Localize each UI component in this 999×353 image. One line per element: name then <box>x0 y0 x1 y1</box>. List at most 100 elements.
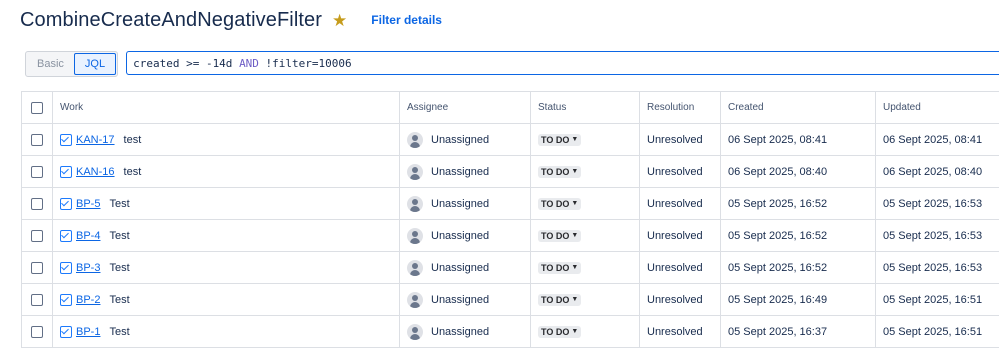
issue-key-link[interactable]: BP-5 <box>76 198 100 210</box>
star-icon[interactable]: ★ <box>332 12 347 29</box>
issue-summary[interactable]: Test <box>109 230 129 242</box>
avatar-icon <box>407 227 423 244</box>
status-label: TO DO <box>541 294 570 305</box>
updated-cell: 05 Sept 2025, 16:51 <box>883 293 983 306</box>
assignee-cell[interactable]: Unassigned <box>400 188 531 219</box>
issue-summary[interactable]: Test <box>109 294 129 306</box>
status-label: TO DO <box>541 262 570 273</box>
work-cell: BP-5 Test <box>53 188 400 219</box>
task-type-icon <box>60 261 72 274</box>
row-select-cell <box>22 124 53 155</box>
jql-query-input[interactable]: created >= -14d AND !filter=10006 <box>126 51 999 75</box>
issue-key-link[interactable]: BP-2 <box>76 294 100 306</box>
column-header-work[interactable]: Work <box>53 92 400 123</box>
row-checkbox[interactable] <box>31 133 43 146</box>
task-type-icon <box>60 293 72 306</box>
issue-summary[interactable]: Test <box>109 198 129 210</box>
column-header-assignee[interactable]: Assignee <box>400 92 531 123</box>
chevron-down-icon: ▼ <box>571 296 579 303</box>
jql-mode-button[interactable]: JQL <box>73 53 117 75</box>
table-row[interactable]: BP-3 Test Unassigned TO DO ▼ Unresolved 0… <box>22 252 999 284</box>
updated-cell: 06 Sept 2025, 08:41 <box>883 133 983 146</box>
resolution-cell: Unresolved <box>640 252 721 283</box>
row-checkbox[interactable] <box>31 197 43 210</box>
assignee-cell[interactable]: Unassigned <box>400 284 531 315</box>
created-cell: 05 Sept 2025, 16:52 <box>721 252 876 283</box>
page-header: CombineCreateAndNegativeFilter ★ Filter … <box>20 8 442 32</box>
assignee-name: Unassigned <box>431 197 490 210</box>
page-title: CombineCreateAndNegativeFilter <box>20 8 323 31</box>
issue-summary[interactable]: test <box>124 134 142 146</box>
created-cell: 05 Sept 2025, 16:49 <box>721 284 876 315</box>
status-cell: TO DO ▼ <box>531 188 640 219</box>
resolution-cell: Unresolved <box>640 220 721 251</box>
status-label: TO DO <box>541 166 570 177</box>
avatar-icon <box>407 259 423 276</box>
row-checkbox[interactable] <box>31 325 43 338</box>
status-dropdown[interactable]: TO DO ▼ <box>538 229 582 242</box>
avatar-icon <box>407 163 423 180</box>
table-row[interactable]: BP-2 Test Unassigned TO DO ▼ Unresolved 0… <box>22 284 999 316</box>
table-row[interactable]: BP-5 Test Unassigned TO DO ▼ Unresolved 0… <box>22 188 999 220</box>
resolution-cell: Unresolved <box>640 188 721 219</box>
basic-mode-button[interactable]: Basic <box>27 53 74 75</box>
updated-cell: 06 Sept 2025, 08:40 <box>883 165 983 178</box>
updated-cell: 05 Sept 2025, 16:53 <box>883 261 983 274</box>
column-header-updated[interactable]: Updated <box>876 92 999 123</box>
task-type-icon <box>60 325 72 338</box>
chevron-down-icon: ▼ <box>571 136 579 143</box>
column-header-status[interactable]: Status <box>531 92 640 123</box>
assignee-cell[interactable]: Unassigned <box>400 156 531 187</box>
status-dropdown[interactable]: TO DO ▼ <box>538 133 582 146</box>
task-type-icon <box>60 165 72 178</box>
row-checkbox[interactable] <box>31 229 43 242</box>
issue-key-link[interactable]: KAN-16 <box>76 166 115 178</box>
select-all-checkbox[interactable] <box>31 101 43 114</box>
status-dropdown[interactable]: TO DO ▼ <box>538 325 582 338</box>
row-select-cell <box>22 316 53 347</box>
assignee-cell[interactable]: Unassigned <box>400 252 531 283</box>
issue-key-link[interactable]: BP-3 <box>76 262 100 274</box>
created-cell: 06 Sept 2025, 08:41 <box>721 124 876 155</box>
resolution-cell: Unresolved <box>640 156 721 187</box>
status-cell: TO DO ▼ <box>531 284 640 315</box>
assignee-cell[interactable]: Unassigned <box>400 316 531 347</box>
issue-summary[interactable]: test <box>124 166 142 178</box>
jql-text-part: created >= -14d <box>133 56 240 70</box>
status-label: TO DO <box>541 230 570 241</box>
assignee-cell[interactable]: Unassigned <box>400 220 531 251</box>
resolution-cell: Unresolved <box>640 284 721 315</box>
issue-key-link[interactable]: BP-4 <box>76 230 100 242</box>
select-all-cell <box>22 92 53 123</box>
filter-details-link[interactable]: Filter details <box>371 13 442 27</box>
row-select-cell <box>22 220 53 251</box>
row-checkbox[interactable] <box>31 293 43 306</box>
status-dropdown[interactable]: TO DO ▼ <box>538 293 582 306</box>
issue-summary[interactable]: Test <box>109 326 129 338</box>
row-select-cell <box>22 284 53 315</box>
chevron-down-icon: ▼ <box>571 232 579 239</box>
status-cell: TO DO ▼ <box>531 316 640 347</box>
status-label: TO DO <box>541 198 570 209</box>
status-label: TO DO <box>541 134 570 145</box>
status-dropdown[interactable]: TO DO ▼ <box>538 165 582 178</box>
column-header-created[interactable]: Created <box>721 92 876 123</box>
row-select-cell <box>22 188 53 219</box>
row-checkbox[interactable] <box>31 261 43 274</box>
column-header-resolution[interactable]: Resolution <box>640 92 721 123</box>
table-row[interactable]: BP-1 Test Unassigned TO DO ▼ Unresolved 0… <box>22 316 999 348</box>
resolution-cell: Unresolved <box>640 124 721 155</box>
issue-key-link[interactable]: KAN-17 <box>76 134 115 146</box>
issue-summary[interactable]: Test <box>109 262 129 274</box>
row-checkbox[interactable] <box>31 165 43 178</box>
status-cell: TO DO ▼ <box>531 124 640 155</box>
table-row[interactable]: KAN-16 test Unassigned TO DO ▼ Unresolved… <box>22 156 999 188</box>
table-row[interactable]: KAN-17 test Unassigned TO DO ▼ Unresolved… <box>22 124 999 156</box>
assignee-name: Unassigned <box>431 165 490 178</box>
status-dropdown[interactable]: TO DO ▼ <box>538 197 582 210</box>
status-dropdown[interactable]: TO DO ▼ <box>538 261 582 274</box>
assignee-cell[interactable]: Unassigned <box>400 124 531 155</box>
table-row[interactable]: BP-4 Test Unassigned TO DO ▼ Unresolved 0… <box>22 220 999 252</box>
assignee-name: Unassigned <box>431 261 490 274</box>
issue-key-link[interactable]: BP-1 <box>76 326 100 338</box>
